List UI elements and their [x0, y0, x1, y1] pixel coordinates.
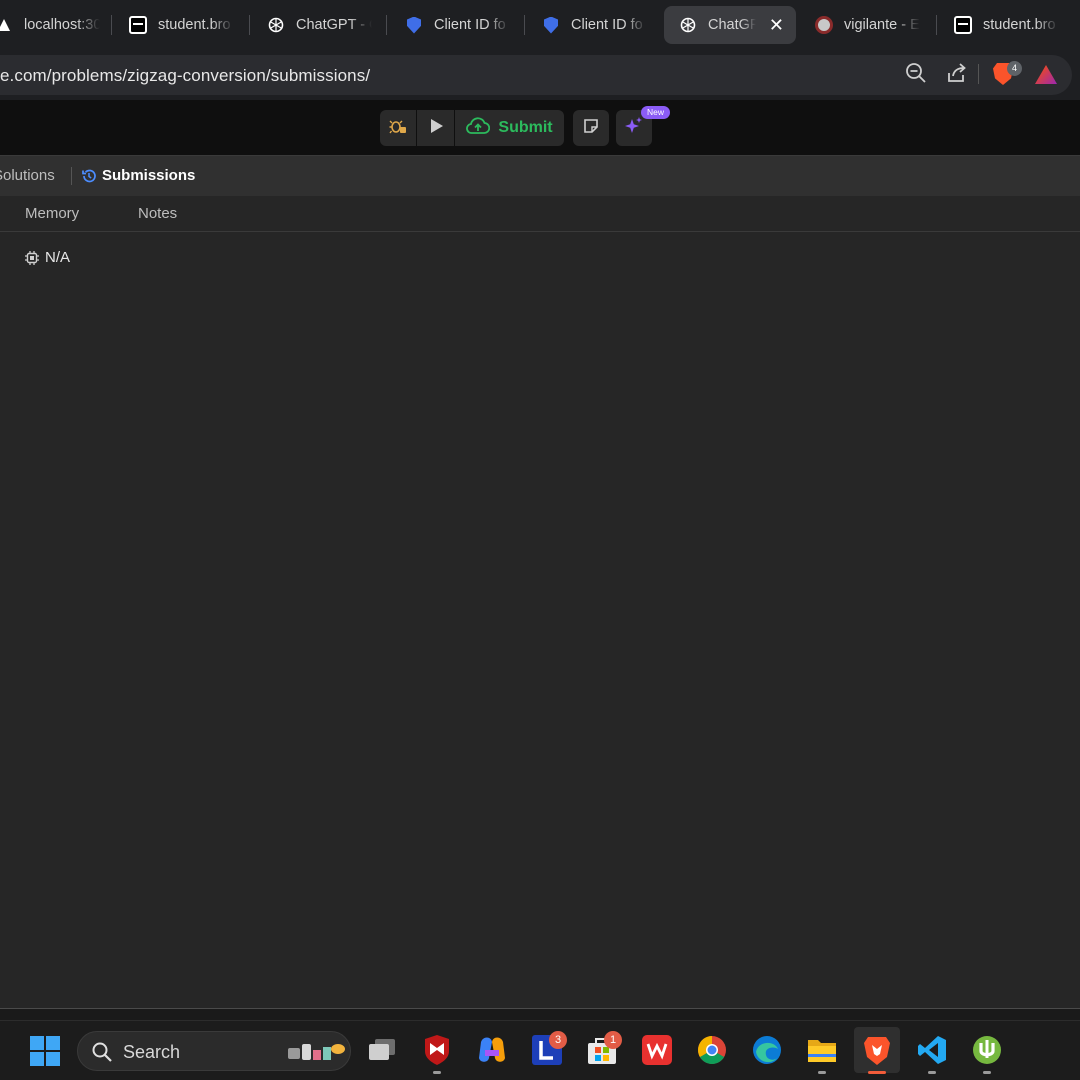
editor-toolbar: Submit: [0, 100, 1080, 155]
panel-bottom-strip: [0, 1009, 1080, 1020]
tab-separator: [936, 15, 937, 35]
task-view-icon[interactable]: [367, 1035, 397, 1065]
cloud-upload-icon: [466, 116, 491, 140]
utorrent-icon[interactable]: [972, 1035, 1002, 1065]
submissions-panel: Memory Notes N/A: [0, 196, 1080, 1008]
debug-button[interactable]: [380, 110, 416, 146]
copilot-icon[interactable]: [477, 1035, 507, 1065]
submissions-label: Submissions: [102, 167, 196, 184]
vscode-icon[interactable]: [917, 1035, 947, 1065]
run-button[interactable]: [417, 110, 454, 146]
tab-chatgpt-1[interactable]: ChatGPT - C: [266, 6, 384, 44]
panel-tabs: Solutions Submissions: [0, 155, 1080, 196]
tab-submissions[interactable]: Submissions: [81, 167, 195, 184]
windows-taskbar: Search 3 1: [0, 1020, 1080, 1080]
tab-separator: [111, 15, 112, 35]
browser-window: localhost:3000 student.bro ChatGPT - C C…: [0, 0, 1080, 1080]
tab-client-id-2[interactable]: Client ID fo: [541, 6, 659, 44]
tab-chatgpt-active[interactable]: ChatGPT ✕: [664, 6, 796, 44]
tab-strip: localhost:3000 student.bro ChatGPT - C C…: [0, 0, 1080, 50]
student-site-icon: [128, 15, 148, 35]
store-badge: 1: [604, 1031, 622, 1049]
shields-count-badge: 4: [1007, 61, 1022, 76]
column-header-notes[interactable]: Notes: [138, 205, 177, 222]
vigilante-icon: [814, 15, 834, 35]
windows-start-icon[interactable]: [30, 1036, 60, 1066]
memory-chip-icon: [24, 250, 40, 266]
student-site-icon: [953, 15, 973, 35]
table-row[interactable]: N/A: [24, 249, 70, 266]
edge-icon[interactable]: [752, 1035, 782, 1065]
run-submit-group: Submit: [380, 110, 564, 146]
address-bar: e.com/problems/zigzag-conversion/submiss…: [0, 50, 1080, 100]
bitwarden-shield-icon: [404, 15, 424, 35]
tab-student-2[interactable]: student.bro: [953, 6, 1071, 44]
new-badge: New: [641, 106, 670, 119]
tab-student-1[interactable]: student.bro: [128, 6, 246, 44]
close-tab-icon[interactable]: ✕: [769, 15, 784, 36]
chatgpt-icon: [678, 15, 698, 35]
column-header-memory[interactable]: Memory: [25, 205, 79, 222]
address-divider: [978, 64, 979, 84]
note-icon: [583, 118, 599, 139]
share-icon[interactable]: [946, 62, 968, 84]
tab-separator: [524, 15, 525, 35]
bug-lock-icon: [389, 117, 407, 140]
tab-localhost[interactable]: localhost:3000: [0, 6, 106, 44]
tab-vigilante[interactable]: vigilante - E: [814, 6, 932, 44]
tab-separator: [386, 15, 387, 35]
notes-button[interactable]: [573, 110, 609, 146]
submit-button[interactable]: Submit: [455, 110, 564, 146]
bitwarden-shield-icon: [541, 15, 561, 35]
sparkle-icon: [624, 116, 644, 141]
tab-solutions[interactable]: Solutions: [0, 167, 55, 184]
submit-label: Submit: [498, 119, 553, 136]
search-highlight-icon: [286, 1039, 346, 1070]
tab-separator: [249, 15, 250, 35]
chatgpt-icon: [266, 15, 286, 35]
memory-value: N/A: [45, 249, 71, 266]
wps-office-icon[interactable]: [642, 1035, 672, 1065]
taskbar-search[interactable]: Search: [77, 1031, 351, 1071]
lms-badge: 3: [549, 1031, 567, 1049]
triangle-icon: [0, 15, 14, 35]
chrome-icon[interactable]: [697, 1035, 727, 1065]
brave-icon[interactable]: [854, 1027, 900, 1073]
url-text[interactable]: e.com/problems/zigzag-conversion/submiss…: [0, 66, 370, 86]
history-icon: [81, 168, 97, 184]
file-explorer-icon[interactable]: [807, 1035, 837, 1065]
search-label: Search: [123, 1042, 181, 1062]
header-divider: [0, 231, 1080, 232]
mcafee-icon[interactable]: [422, 1035, 452, 1065]
zoom-out-icon[interactable]: [905, 62, 927, 84]
tab-client-id-1[interactable]: Client ID fo: [404, 6, 522, 44]
panel-tab-separator: [71, 167, 72, 185]
play-icon: [428, 118, 444, 139]
search-icon: [91, 1041, 113, 1068]
